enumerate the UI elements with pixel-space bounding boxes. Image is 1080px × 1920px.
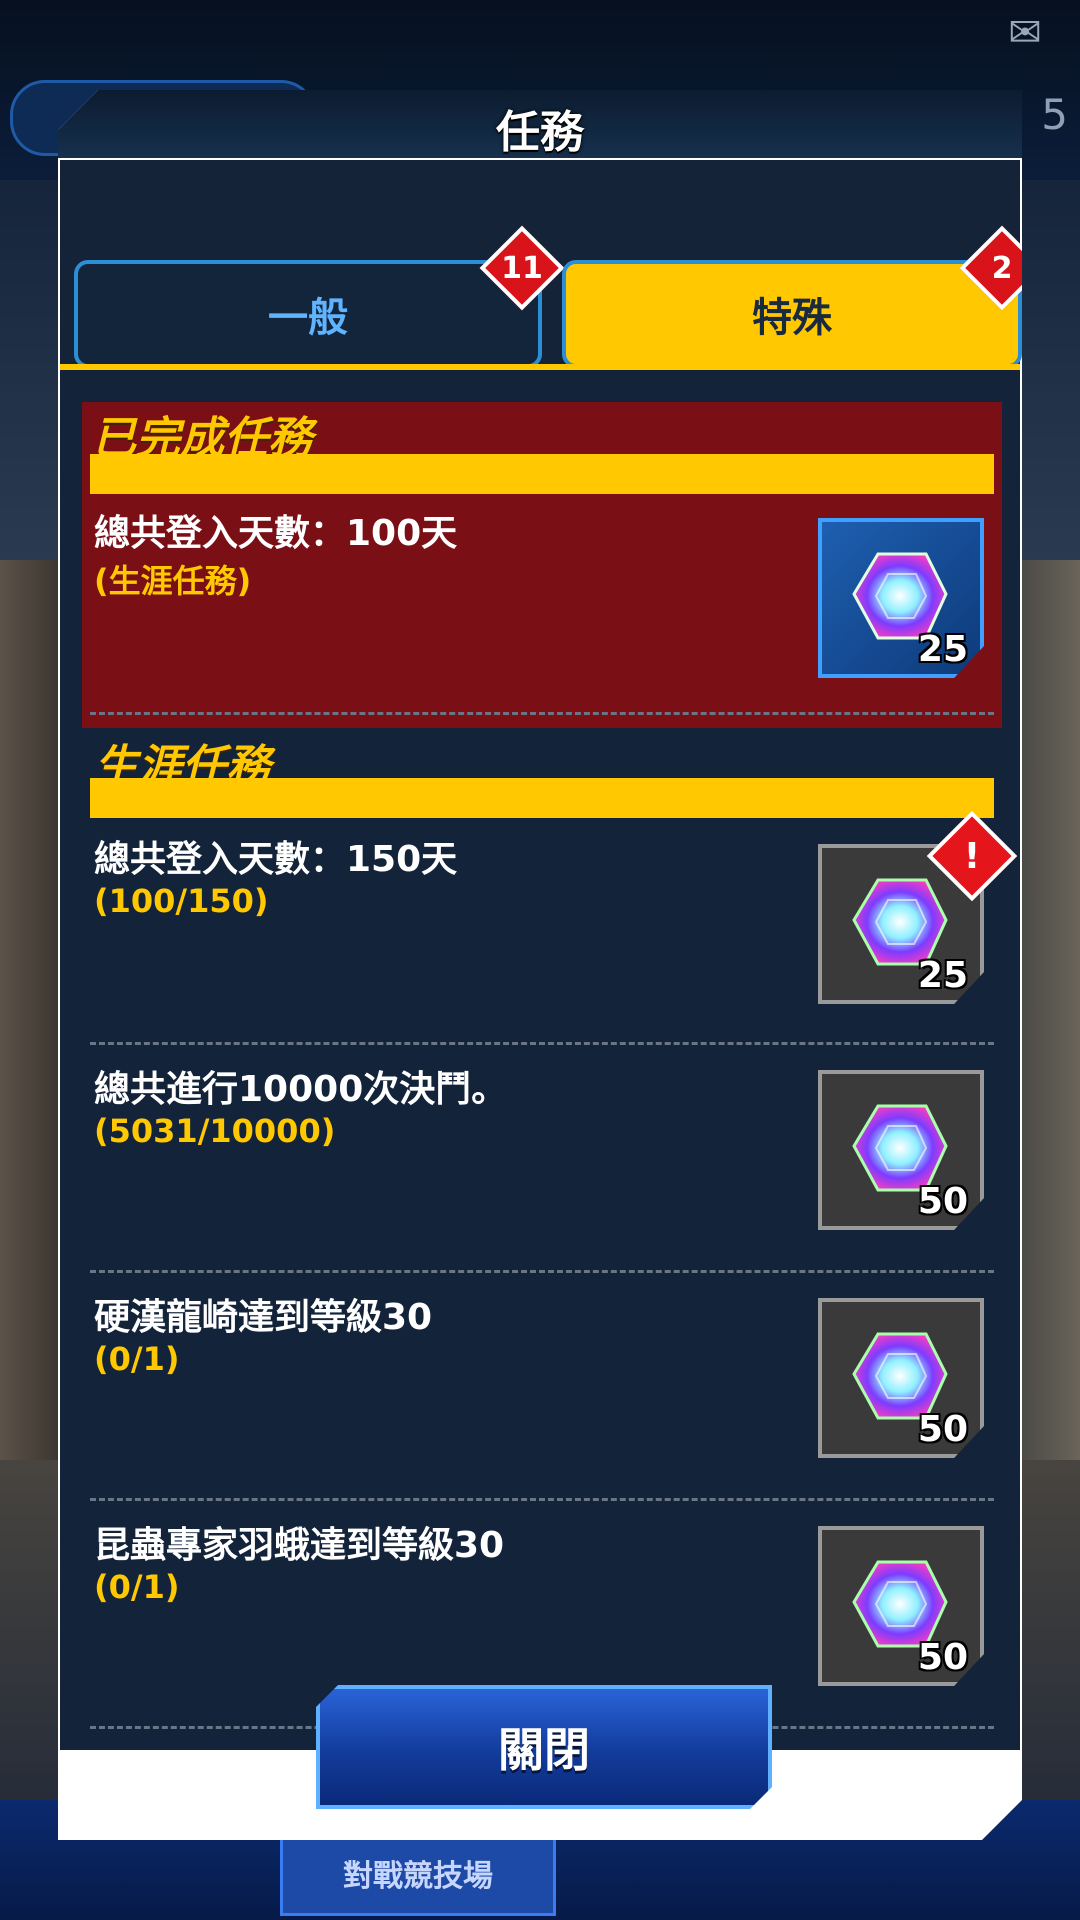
reward-button[interactable]: 50 bbox=[818, 1526, 984, 1686]
missions-dialog: 任務 一般 11 特殊 2 已完成任務 總共登入天數：100天 (生涯任務) 2… bbox=[58, 90, 1022, 1840]
mission-title: 總共登入天數：150天 bbox=[94, 839, 458, 880]
top-counter: 5 bbox=[1041, 90, 1068, 139]
mission-title: 硬漢龍崎達到等級30 bbox=[94, 1297, 433, 1338]
reward-count: 50 bbox=[917, 1409, 968, 1450]
duel-arena-nav: 對戰競技場 bbox=[280, 1830, 556, 1916]
divider bbox=[90, 712, 994, 715]
reward-count: 25 bbox=[917, 955, 968, 996]
mission-progress: (5031/10000) bbox=[94, 1112, 336, 1150]
reward-count: 50 bbox=[917, 1181, 968, 1222]
mission-list[interactable]: 已完成任務 總共登入天數：100天 (生涯任務) 25 生涯任務 總共登入天數：… bbox=[60, 370, 1020, 1750]
background-building-left bbox=[0, 560, 60, 1460]
dialog-title: 任務 bbox=[496, 107, 584, 158]
reward-button[interactable]: 25 bbox=[818, 518, 984, 678]
mission-progress: (0/1) bbox=[94, 1568, 180, 1606]
divider bbox=[90, 1498, 994, 1501]
mission-title: 昆蟲專家羽蛾達到等級30 bbox=[94, 1525, 505, 1566]
divider bbox=[90, 1042, 994, 1045]
reward-button[interactable]: 50 bbox=[818, 1070, 984, 1230]
mission-progress: (100/150) bbox=[94, 882, 269, 920]
tab-general-label: 一般 bbox=[268, 295, 348, 341]
mission-progress: (0/1) bbox=[94, 1340, 180, 1378]
reward-count: 25 bbox=[917, 629, 968, 670]
mission-progress: (生涯任務) bbox=[94, 562, 252, 600]
section-bar bbox=[90, 454, 994, 494]
reward-count: 50 bbox=[917, 1637, 968, 1678]
notification-off-icon: ✉ bbox=[1008, 10, 1042, 56]
reward-button[interactable]: 25 ! bbox=[818, 810, 1018, 1004]
close-button[interactable]: 關閉 bbox=[316, 1685, 772, 1809]
background-building-right bbox=[1020, 560, 1080, 1460]
tab-special[interactable]: 特殊 bbox=[562, 260, 1022, 368]
tab-general[interactable]: 一般 bbox=[74, 260, 542, 368]
tab-bar: 一般 11 特殊 2 bbox=[60, 160, 1022, 370]
dialog-header: 任務 bbox=[58, 90, 1022, 158]
tab-special-label: 特殊 bbox=[752, 295, 832, 341]
mission-title: 總共登入天數：100天 bbox=[94, 513, 458, 554]
divider bbox=[90, 1270, 994, 1273]
section-bar bbox=[90, 778, 994, 818]
reward-button[interactable]: 50 bbox=[818, 1298, 984, 1458]
completed-missions-section: 已完成任務 總共登入天數：100天 (生涯任務) 25 bbox=[82, 402, 1002, 728]
mission-title: 總共進行10000次決鬥。 bbox=[94, 1069, 508, 1110]
close-button-label: 關閉 bbox=[498, 1723, 590, 1777]
